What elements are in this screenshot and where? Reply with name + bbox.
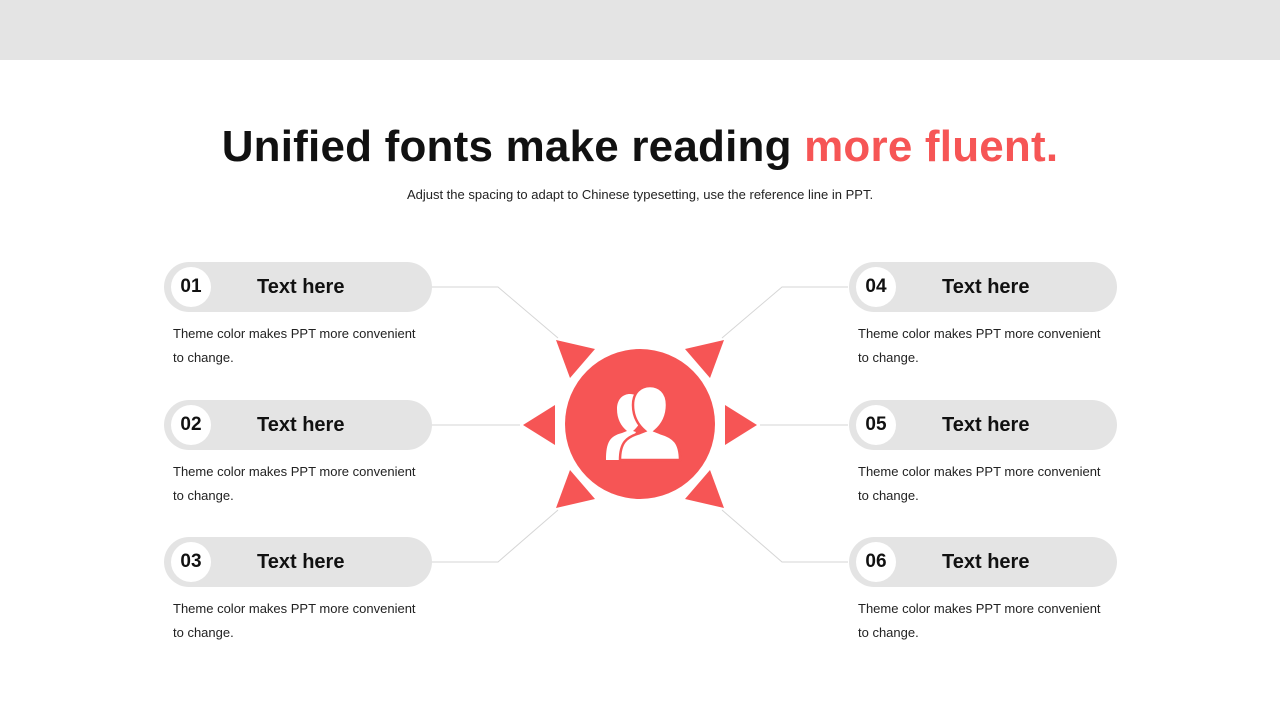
connector-line-04 bbox=[721, 286, 848, 339]
item-title: Text here bbox=[257, 551, 345, 573]
item-01: 01 Text here Theme color makes PPT more … bbox=[164, 262, 432, 370]
item-pill: 01 Text here bbox=[164, 262, 432, 312]
connector-line-03 bbox=[432, 509, 559, 563]
item-description: Theme color makes PPT more convenient to… bbox=[173, 601, 416, 640]
item-pill: 03 Text here bbox=[164, 537, 432, 587]
item-number: 04 bbox=[856, 267, 896, 307]
connector-line-01 bbox=[432, 286, 559, 339]
item-05: 05 Text here Theme color makes PPT more … bbox=[849, 400, 1117, 508]
item-02: 02 Text here Theme color makes PPT more … bbox=[164, 400, 432, 508]
item-description: Theme color makes PPT more convenient to… bbox=[858, 326, 1101, 365]
title-main: Unified fonts make reading bbox=[221, 122, 805, 171]
item-description: Theme color makes PPT more convenient to… bbox=[173, 326, 416, 365]
page-subtitle: Adjust the spacing to adapt to Chinese t… bbox=[406, 187, 874, 202]
page-title: Unified fonts make reading more fluent. bbox=[0, 122, 1280, 172]
item-pill: 04 Text here bbox=[849, 262, 1117, 312]
item-06: 06 Text here Theme color makes PPT more … bbox=[849, 537, 1117, 645]
item-title: Text here bbox=[257, 276, 345, 298]
item-pill: 05 Text here bbox=[849, 400, 1117, 450]
connector-line-06 bbox=[721, 509, 848, 563]
item-description: Theme color makes PPT more convenient to… bbox=[173, 464, 416, 503]
item-number: 01 bbox=[171, 267, 211, 307]
item-pill: 06 Text here bbox=[849, 537, 1117, 587]
item-number: 06 bbox=[856, 542, 896, 582]
title-accent: more fluent. bbox=[804, 122, 1059, 171]
item-description: Theme color makes PPT more convenient to… bbox=[858, 464, 1101, 503]
center-hub bbox=[523, 340, 757, 508]
item-title: Text here bbox=[257, 414, 345, 436]
top-bar bbox=[0, 0, 1280, 60]
item-number: 03 bbox=[171, 542, 211, 582]
item-description: Theme color makes PPT more convenient to… bbox=[858, 601, 1101, 640]
item-title: Text here bbox=[942, 551, 1030, 573]
item-04: 04 Text here Theme color makes PPT more … bbox=[849, 262, 1117, 370]
item-03: 03 Text here Theme color makes PPT more … bbox=[164, 537, 432, 645]
item-number: 02 bbox=[171, 405, 211, 445]
item-title: Text here bbox=[942, 414, 1030, 436]
triangle-pointer-left bbox=[523, 405, 555, 445]
item-pill: 02 Text here bbox=[164, 400, 432, 450]
item-number: 05 bbox=[856, 405, 896, 445]
item-title: Text here bbox=[942, 276, 1030, 298]
triangle-pointer-right bbox=[725, 405, 757, 445]
